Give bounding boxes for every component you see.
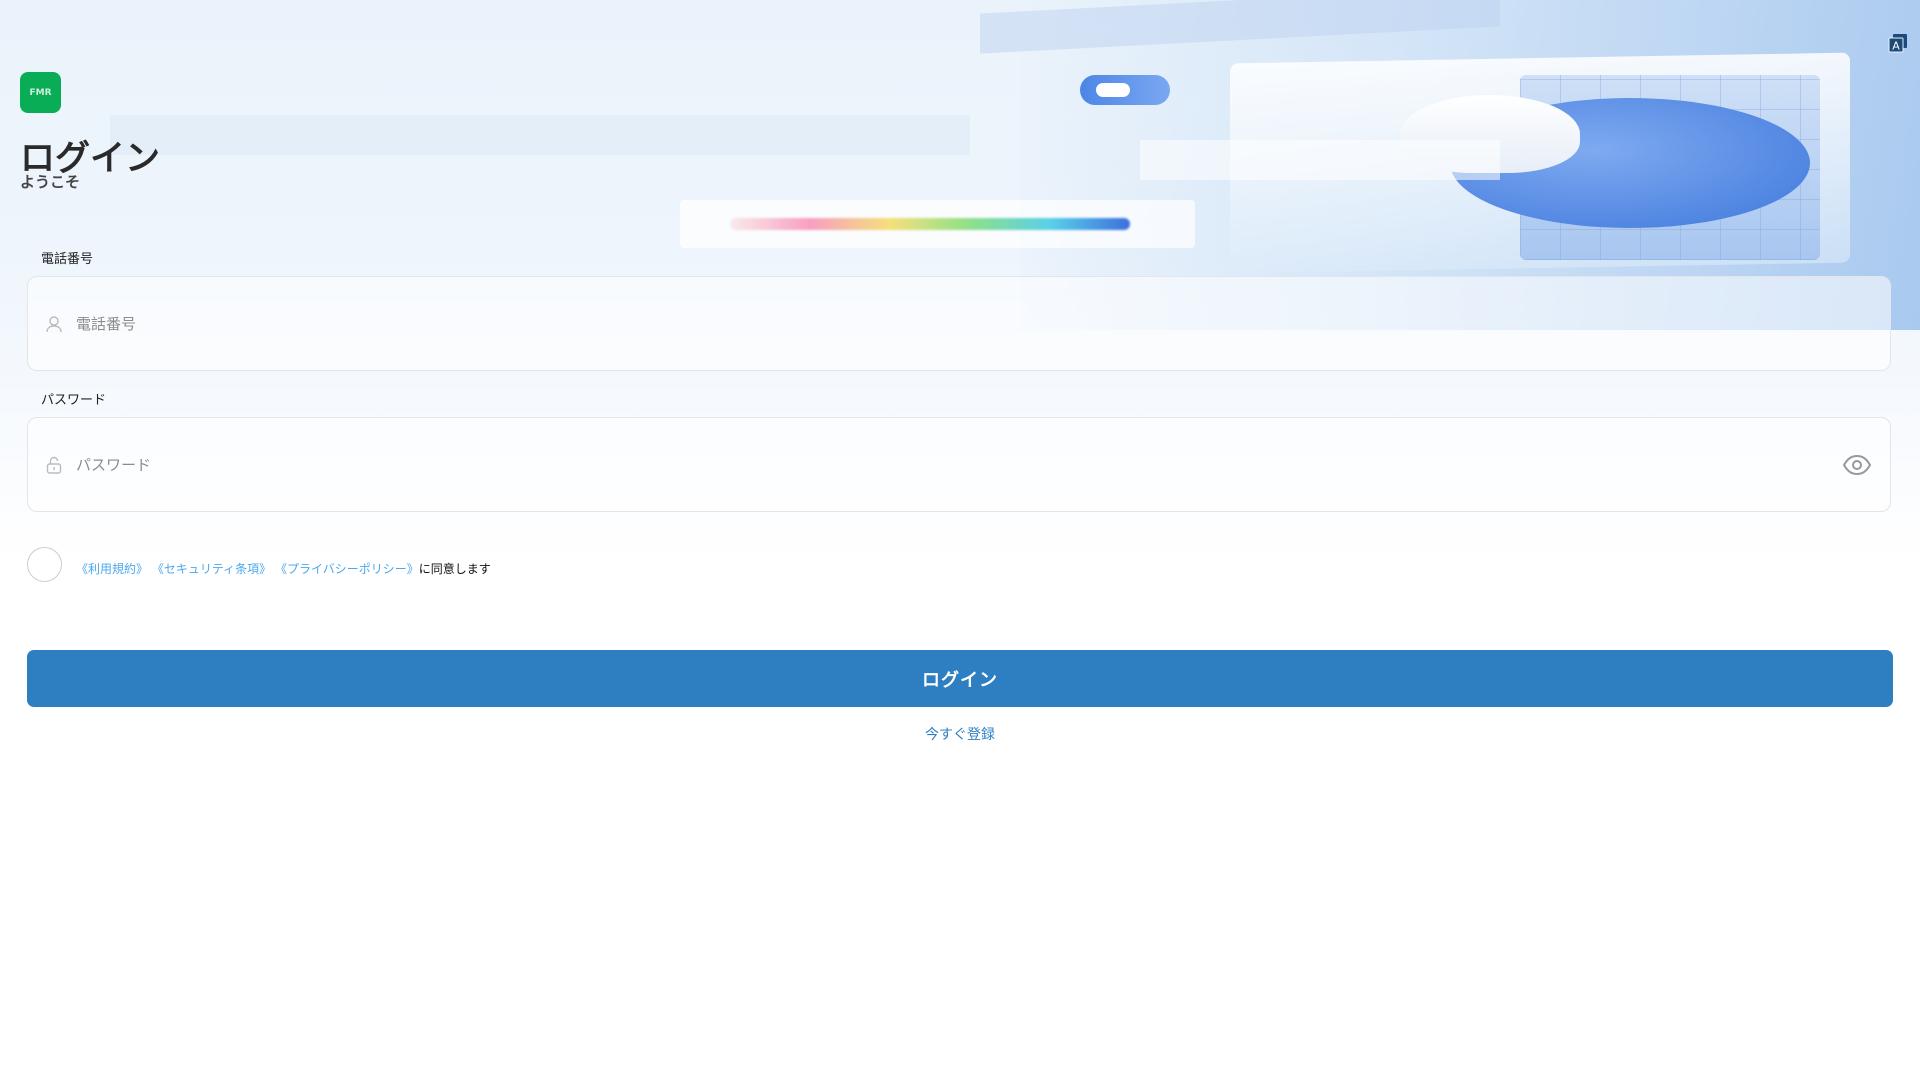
app-logo: FMR [20,72,61,113]
password-input[interactable] [74,454,1890,475]
svg-text:A: A [1892,40,1900,53]
terms-text: 《利用規約》 《セキュリティ条項》 《プライバシーポリシー》に同意します [76,560,491,577]
user-icon [44,314,64,334]
lock-open-icon [44,455,64,475]
terms-suffix: に同意します [418,562,491,576]
phone-field[interactable] [27,276,1891,371]
password-label: パスワード [41,393,107,408]
login-button[interactable]: ログイン [27,650,1893,707]
security-terms-link[interactable]: 《セキュリティ条項》 [152,562,271,576]
register-link[interactable]: 今すぐ登録 [925,727,995,743]
phone-label: 電話番号 [41,252,94,267]
phone-input[interactable] [74,313,1890,334]
terms-checkbox[interactable] [27,547,62,582]
privacy-policy-link[interactable]: 《プライバシーポリシー》 [275,562,419,576]
page-subtitle: ようこそ [20,173,81,191]
eye-icon[interactable] [1842,454,1872,476]
password-field[interactable] [27,417,1891,512]
translate-icon[interactable]: A [1888,33,1908,53]
terms-of-use-link[interactable]: 《利用規約》 [76,562,148,576]
